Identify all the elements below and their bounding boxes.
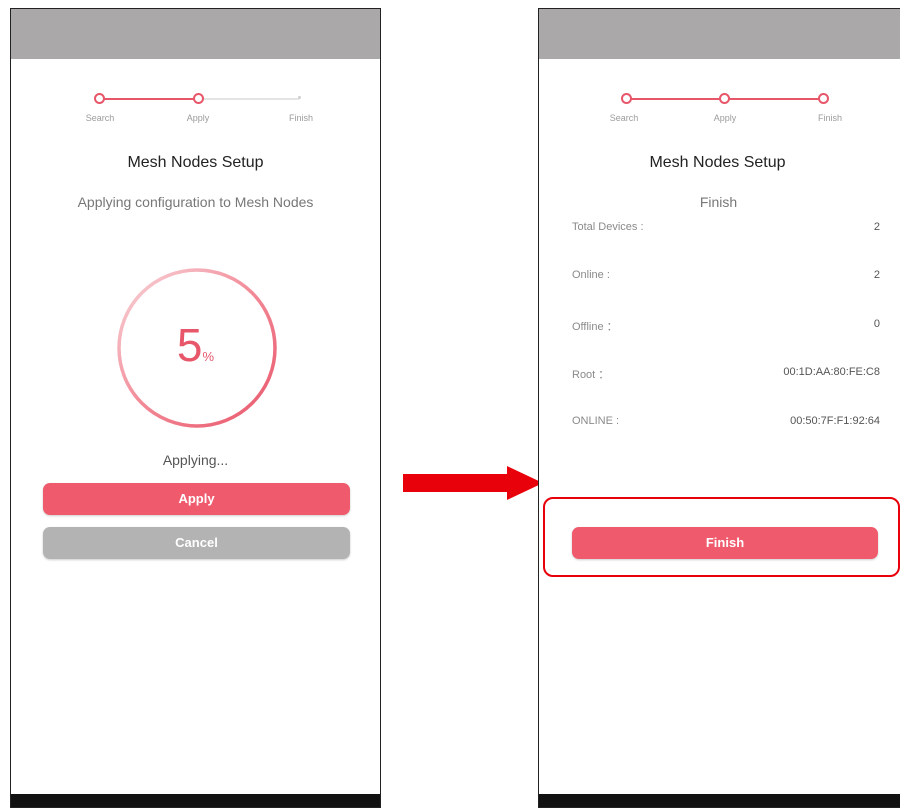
- progress-unit: %: [202, 349, 215, 364]
- step-label-search: Search: [609, 113, 639, 123]
- status-bar: [539, 9, 900, 59]
- step-label-finish: Finish: [288, 113, 314, 123]
- stepper-line-done: [101, 98, 197, 100]
- row-value: 0: [873, 318, 880, 330]
- step-label-apply: Apply: [186, 113, 210, 123]
- row-label: Online :: [572, 269, 610, 281]
- finish-highlight-box: [543, 497, 900, 577]
- summary-row-root: Root ： 00:1D:AA:80:FE:C8: [572, 366, 880, 386]
- summary-row-online-node: ONLINE : 00:50:7F:F1:92:64: [572, 415, 880, 435]
- phone-screen-applying: Search Apply Finish Mesh Nodes Setup App…: [10, 8, 381, 808]
- step-dot-apply: [193, 93, 204, 104]
- stepper-line-done-2: [727, 98, 825, 100]
- page-subtitle: Applying configuration to Mesh Nodes: [77, 194, 314, 210]
- step-label-finish: Finish: [817, 113, 843, 123]
- step-dot-finish: [298, 96, 301, 99]
- step-dot-search: [94, 93, 105, 104]
- step-label-search: Search: [85, 113, 115, 123]
- row-value: 2: [873, 269, 880, 281]
- step-dot-apply: [719, 93, 730, 104]
- summary-row-online: Online : 2: [572, 269, 880, 289]
- status-text: Applying...: [162, 452, 229, 468]
- right-arrow-icon: [403, 466, 543, 500]
- setup-stepper: Search Apply Finish: [11, 89, 380, 129]
- step-dot-search: [621, 93, 632, 104]
- row-value: 00:1D:AA:80:FE:C8: [783, 366, 880, 378]
- setup-stepper: Search Apply Finish: [539, 89, 900, 129]
- progress-value: 5: [176, 319, 203, 371]
- row-value: 2: [873, 221, 880, 233]
- cancel-button[interactable]: Cancel: [43, 527, 350, 559]
- step-dot-finish: [818, 93, 829, 104]
- page-title: Mesh Nodes Setup: [127, 154, 264, 171]
- page-title: Mesh Nodes Setup: [649, 154, 786, 171]
- row-label: Offline ：: [572, 321, 618, 333]
- navigation-bar: [539, 794, 900, 807]
- apply-button[interactable]: Apply: [43, 483, 350, 515]
- row-value: 00:50:7F:F1:92:64: [790, 415, 880, 427]
- stepper-line-pending: [203, 98, 299, 100]
- step-label-apply: Apply: [713, 113, 737, 123]
- summary-row-total-devices: Total Devices : 2: [572, 221, 880, 241]
- stepper-line-done: [628, 98, 727, 100]
- phone-screen-finished: Search Apply Finish Mesh Nodes Setup Fin…: [538, 8, 900, 808]
- summary-row-offline: Offline ： 0: [572, 318, 880, 338]
- row-label: Root ：: [572, 369, 610, 381]
- navigation-bar: [11, 794, 380, 807]
- progress-percent: 5%: [11, 320, 380, 382]
- status-bar: [11, 9, 380, 59]
- page-subtitle: Finish: [699, 194, 738, 210]
- row-label: Total Devices :: [572, 221, 644, 233]
- row-label: ONLINE :: [572, 415, 620, 427]
